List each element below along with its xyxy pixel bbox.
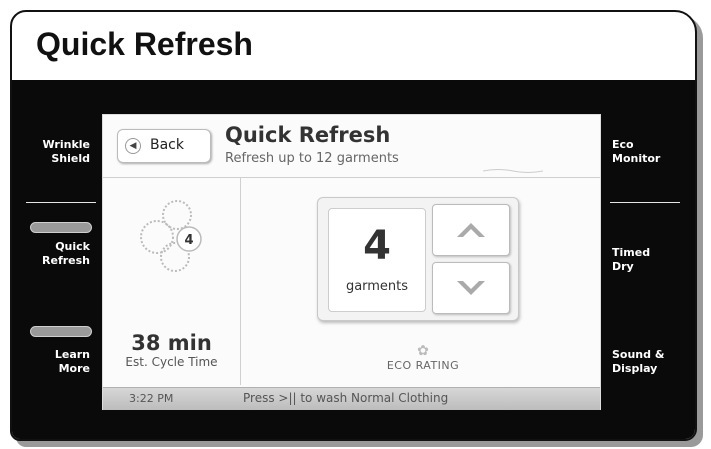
left-divider [26,202,96,203]
eco-monitor-label: Eco Monitor [612,138,661,165]
drum-badge: 4 [184,233,193,248]
screen-subtitle: Refresh up to 12 garments [225,151,399,166]
page-title: Quick Refresh [36,26,253,62]
control-panel: Wrinkle Shield Quick Refresh Learn More … [12,80,695,439]
leaf-icon: ✿ [417,343,429,359]
wrinkle-shield-button[interactable]: Wrinkle Shield [18,138,90,166]
clock: 3:22 PM [129,392,174,405]
timed-dry-button[interactable]: Timed Dry [612,246,684,274]
chevron-up-icon [457,223,485,237]
cycle-time-label: Est. Cycle Time [125,355,218,369]
screen-title: Quick Refresh [225,123,391,147]
back-arrow-icon: ◀ [125,138,141,154]
learn-more-button[interactable]: Learn More [18,348,90,376]
garment-counter: 4 garments [317,197,519,321]
touchscreen: ◀ Back Quick Refresh Refresh up to 12 ga… [102,114,601,410]
garment-count-display: 4 garments [328,208,426,312]
garment-count-value: 4 [363,223,391,269]
status-message: Press >|| to wash Normal Clothing [243,391,449,405]
device-frame: Quick Refresh Wrinkle Shield Quick Refre… [10,10,697,441]
chevron-down-icon [457,281,485,295]
drum-icon: 4 [133,197,213,277]
timed-dry-label: Timed Dry [612,246,651,273]
back-button[interactable]: ◀ Back [117,129,211,163]
quick-refresh-indicator [30,222,92,233]
watermark-scribble [482,167,544,176]
wrinkle-shield-label: Wrinkle Shield [42,138,90,165]
quick-refresh-button[interactable]: Quick Refresh [18,240,90,268]
garment-count-unit: garments [345,279,409,294]
status-bar: 3:22 PM Press >|| to wash Normal Clothin… [103,387,600,410]
cycle-time-value: 38 min [131,331,212,355]
sound-display-label: Sound & Display [612,348,665,375]
right-divider [610,202,680,203]
increase-button[interactable] [432,204,510,256]
learn-more-indicator [30,326,92,337]
eco-monitor-button[interactable]: Eco Monitor [612,138,684,166]
decrease-button[interactable] [432,262,510,314]
cycle-info: 4 38 min Est. Cycle Time [103,177,241,385]
quick-refresh-label: Quick Refresh [42,240,90,267]
learn-more-label: Learn More [54,348,90,375]
screen-header: ◀ Back Quick Refresh Refresh up to 12 ga… [103,115,600,178]
eco-rating-label: ECO RATING [386,359,460,372]
sound-display-button[interactable]: Sound & Display [612,348,684,376]
back-label: Back [150,137,184,153]
eco-rating: ✿ ECO RATING [373,343,473,372]
